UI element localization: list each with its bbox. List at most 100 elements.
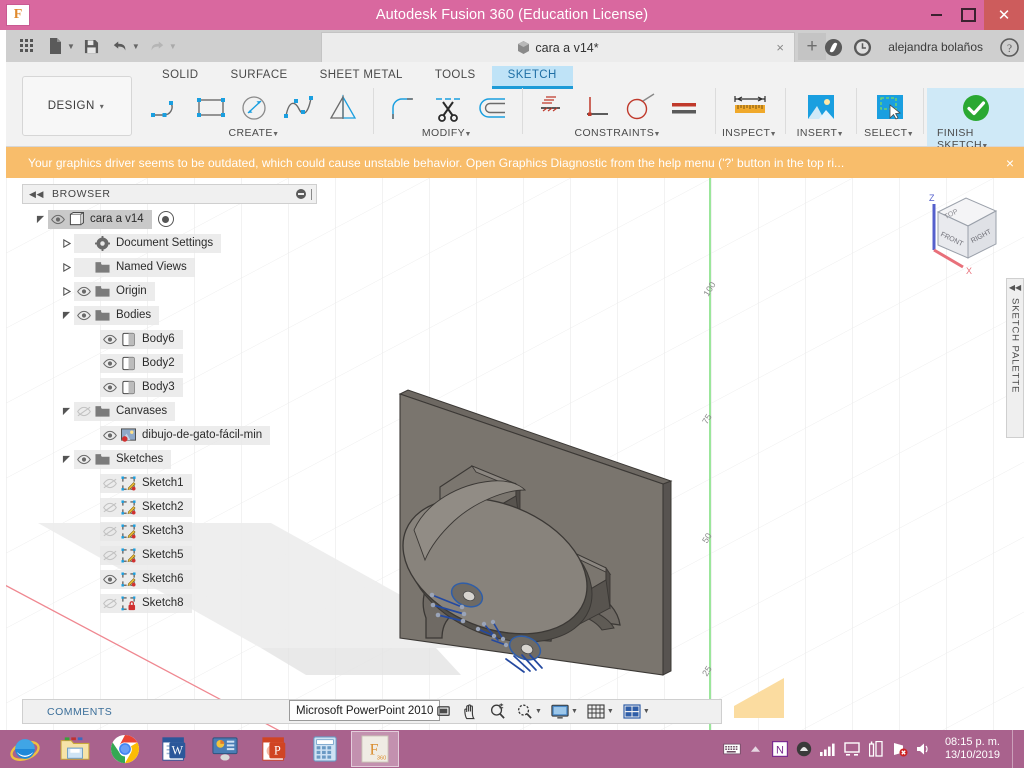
undo-icon[interactable] [107,33,133,59]
eye-visible-icon[interactable] [100,570,119,589]
browser-node-sketch5[interactable]: Sketch5 [22,543,317,567]
browser-node-hit[interactable]: Sketch8 [100,593,192,613]
network-error-icon[interactable] [891,740,909,758]
line-icon[interactable] [146,88,188,128]
browser-node-cara-a-v14[interactable]: cara a v14 [22,207,317,231]
eye-visible-icon[interactable] [100,354,119,373]
browser-node-body3[interactable]: Body3 [22,375,317,399]
close-button[interactable]: ✕ [984,0,1024,30]
collapse-left-icon[interactable]: ◀◀ [29,189,44,200]
browser-node-sketch8[interactable]: Sketch8 [22,591,317,615]
zoom-icon[interactable] [485,700,509,724]
taskbar-item-internet-explorer[interactable] [1,731,49,767]
taskbar-item-microsoft-word[interactable]: W [151,731,199,767]
orbit-icon[interactable] [431,700,455,724]
show-hidden-icon[interactable] [747,740,765,758]
eye-hidden-icon[interactable] [100,474,119,493]
comments-label[interactable]: COMMENTS [47,706,112,718]
offset-icon[interactable] [471,88,513,128]
expand-arrow-closed-icon[interactable] [58,234,74,253]
select-window-icon[interactable] [864,88,916,128]
3d-viewport[interactable]: 100 75 50 25 ◀◀ BROWSER cara a v14 Docum… [6,178,1024,730]
expand-arrow-closed-icon[interactable] [58,282,74,301]
maximize-button[interactable] [952,0,984,30]
browser-node-hit[interactable]: Sketches [74,449,172,469]
eye-hidden-icon[interactable] [100,498,119,517]
show-desktop-button[interactable] [1012,730,1020,768]
browser-minimize-icon[interactable] [296,189,306,199]
eye-visible-icon[interactable] [100,426,119,445]
viewports-icon[interactable] [620,700,644,724]
measure-icon[interactable] [724,88,776,128]
eye-hidden-icon[interactable] [100,522,119,541]
ribbon-group-constraints-label[interactable]: CONSTRAINTS ▼ [574,127,662,139]
tab-tools[interactable]: TOOLS [419,66,492,89]
collapse-left-icon[interactable]: ◀◀ [1009,283,1021,292]
expand-arrow-closed-icon[interactable] [58,258,74,277]
perpendicular-icon[interactable] [576,88,618,128]
tab-sheet-metal[interactable]: SHEET METAL [304,66,419,89]
ribbon-group-finish-sketch[interactable]: FINISH SKETCH ▼ [926,88,1024,151]
eye-visible-icon[interactable] [100,378,119,397]
usb-icon[interactable] [867,740,885,758]
browser-node-sketch1[interactable]: Sketch1 [22,471,317,495]
eye-hidden-icon[interactable] [100,546,119,565]
app-icon[interactable] [795,740,813,758]
rectangle-icon[interactable] [190,88,232,128]
ribbon-group-insert-label[interactable]: INSERT ▼ [797,127,846,139]
browser-resize-handle[interactable] [311,188,312,200]
chevron-down-icon[interactable]: ▼ [571,708,578,715]
eye-visible-icon[interactable] [74,450,93,469]
spline-icon[interactable] [278,88,320,128]
browser-node-body6[interactable]: Body6 [22,327,317,351]
volume-icon[interactable] [915,740,933,758]
document-tab-close-icon[interactable]: × [776,40,784,55]
undo-caret-icon[interactable]: ▼ [132,42,140,51]
browser-node-hit[interactable]: Named Views [74,257,195,277]
eye-visible-icon[interactable] [48,210,67,229]
taskbar-item-file-explorer[interactable] [51,731,99,767]
file-icon[interactable] [42,33,68,59]
browser-node-sketch2[interactable]: Sketch2 [22,495,317,519]
taskbar-item-presentation-app[interactable] [201,731,249,767]
eye-visible-icon[interactable] [74,282,93,301]
browser-node-hit[interactable]: Document Settings [74,233,222,253]
eye-visible-icon[interactable] [74,306,93,325]
account-name[interactable]: alejandra bolaños [880,40,991,54]
onenote-icon[interactable]: N [771,740,789,758]
ribbon-group-modify-label[interactable]: MODIFY ▼ [422,127,474,139]
activate-component-radio[interactable] [157,211,174,227]
chevron-down-icon[interactable]: ▼ [607,708,614,715]
eye-hidden-icon[interactable] [100,594,119,613]
mirror-icon[interactable] [322,88,364,128]
display-icon[interactable] [843,740,861,758]
browser-node-body2[interactable]: Body2 [22,351,317,375]
pan-icon[interactable] [458,700,482,724]
grid-snaps-icon[interactable] [584,700,608,724]
job-status-icon[interactable] [851,36,873,58]
view-cube[interactable]: Z X TOP FRONT RIGHT [916,188,1006,283]
browser-node-canvases[interactable]: Canvases [22,399,317,423]
expand-arrow-open-icon[interactable] [32,210,48,229]
browser-node-hit[interactable]: Body6 [100,329,183,349]
tab-solid[interactable]: SOLID [146,66,215,89]
trim-icon[interactable] [427,88,469,128]
insert-image-icon[interactable] [795,88,847,128]
keyboard-icon[interactable] [723,740,741,758]
chevron-down-icon[interactable]: ▼ [535,708,542,715]
workspace-switcher-button[interactable]: DESIGN ▾ [22,76,132,136]
equal-icon[interactable] [664,88,706,128]
tangent-icon[interactable] [620,88,662,128]
fillet-icon[interactable] [383,88,425,128]
banner-close-icon[interactable]: × [1006,155,1014,171]
minimize-button[interactable] [920,0,952,30]
file-caret-icon[interactable]: ▼ [67,42,75,51]
browser-node-hit[interactable]: cara a v14 [48,209,152,229]
circle-icon[interactable] [234,88,276,128]
finish-sketch-check-icon[interactable] [950,88,1002,128]
browser-node-hit[interactable]: Sketch3 [100,521,192,541]
taskbar-item-fusion-360[interactable]: F 360 [351,731,399,767]
expand-arrow-open-icon[interactable] [58,450,74,469]
browser-node-hit[interactable]: Sketch2 [100,497,192,517]
browser-node-sketch6[interactable]: Sketch6 [22,567,317,591]
